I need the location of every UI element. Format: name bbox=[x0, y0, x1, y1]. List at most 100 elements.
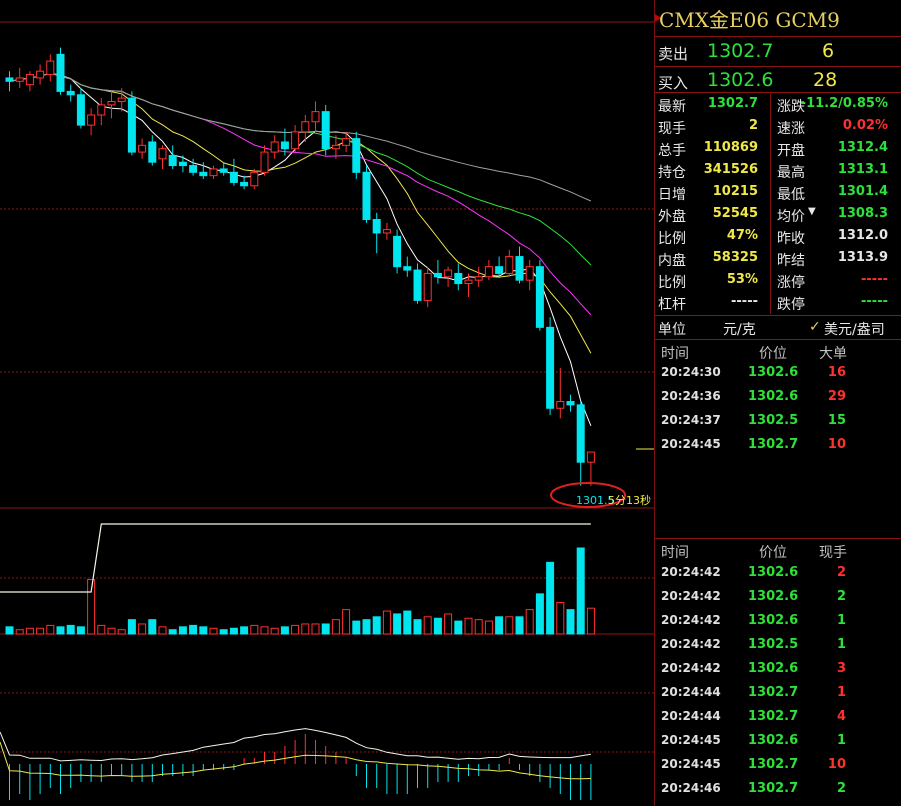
candle bbox=[240, 175, 249, 190]
big-trades-header-qty: 大单 bbox=[819, 346, 847, 362]
stat-label: 杠杆 bbox=[658, 297, 686, 313]
candle-body bbox=[423, 272, 432, 301]
candle-body bbox=[352, 138, 361, 173]
countdown-label: 5分13秒 bbox=[608, 493, 651, 507]
candle-body bbox=[280, 141, 289, 150]
trade-price: 1302.6 bbox=[748, 589, 799, 604]
trade-qty: 2 bbox=[836, 781, 846, 796]
volume-bar bbox=[178, 626, 187, 635]
candle-body bbox=[464, 279, 473, 285]
candle-body bbox=[66, 90, 75, 96]
candle-body bbox=[321, 111, 330, 150]
candle bbox=[270, 135, 279, 159]
volume-bar bbox=[189, 624, 198, 635]
trade-price: 1302.5 bbox=[748, 637, 799, 652]
candle-body bbox=[444, 269, 453, 278]
volume-bar bbox=[97, 624, 106, 635]
volume-bar bbox=[15, 629, 24, 635]
volume-bar bbox=[117, 629, 126, 635]
unit-option-ounce[interactable]: 美元/盎司 bbox=[824, 319, 885, 339]
candle bbox=[260, 145, 269, 176]
candle bbox=[413, 263, 422, 304]
candle bbox=[342, 131, 351, 153]
candle bbox=[525, 259, 534, 291]
volume-bar bbox=[331, 619, 340, 635]
candle bbox=[546, 317, 555, 415]
volume-bar bbox=[240, 626, 249, 635]
candle-body bbox=[46, 60, 55, 76]
stat-label: 比例 bbox=[658, 231, 686, 247]
macd-histogram bbox=[0, 728, 592, 800]
trade-qty: 1 bbox=[836, 733, 846, 748]
candle-body bbox=[87, 114, 96, 126]
stat-value: ----- bbox=[731, 294, 758, 309]
candle bbox=[556, 367, 565, 419]
quote-panel: CMX金E06 GCM9 卖出 1302.7 6 买入 1302.6 28 最新… bbox=[654, 0, 901, 806]
candle bbox=[148, 135, 157, 166]
candle-body bbox=[291, 131, 300, 150]
volume-bar bbox=[556, 601, 565, 635]
candle-body bbox=[515, 256, 524, 281]
candle bbox=[229, 158, 238, 186]
candle-body bbox=[301, 121, 310, 133]
buy-price[interactable]: 1302.6 bbox=[707, 69, 773, 91]
candle-body bbox=[576, 404, 585, 463]
divider bbox=[655, 538, 901, 539]
trade-qty: 2 bbox=[836, 565, 846, 580]
candle-body bbox=[229, 171, 238, 183]
trade-price: 1302.6 bbox=[748, 661, 799, 676]
stat-label: 跌停 bbox=[777, 297, 805, 313]
unit-label: 单位 bbox=[658, 322, 686, 338]
stat-label: 昨结 bbox=[777, 253, 805, 269]
volume-bar bbox=[484, 620, 493, 635]
candle-body bbox=[270, 141, 279, 153]
stat-label: 均价 bbox=[777, 209, 805, 225]
stat-value: 1312.4 bbox=[837, 140, 888, 155]
candle-body bbox=[495, 266, 504, 274]
volume-bar bbox=[311, 623, 320, 635]
volume-bar bbox=[464, 617, 473, 635]
trade-price: 1302.5 bbox=[748, 413, 799, 428]
candle-body bbox=[362, 171, 371, 220]
candle-body bbox=[382, 229, 391, 234]
sell-price[interactable]: 1302.7 bbox=[707, 40, 773, 62]
stat-label: 总手 bbox=[658, 143, 686, 159]
candle-body bbox=[199, 171, 208, 177]
candle bbox=[56, 47, 65, 95]
volume-bar bbox=[586, 607, 595, 635]
trade-qty: 2 bbox=[836, 589, 846, 604]
candle-body bbox=[158, 148, 167, 160]
candle-body bbox=[566, 401, 575, 406]
stat-value: 341526 bbox=[703, 162, 758, 177]
candle-body bbox=[127, 97, 136, 153]
trade-time: 20:24:45 bbox=[661, 733, 721, 747]
volume-bar bbox=[525, 609, 534, 635]
candle bbox=[454, 263, 463, 291]
candle bbox=[158, 145, 167, 169]
volume-bar bbox=[219, 629, 228, 635]
volume-bar bbox=[495, 616, 504, 635]
trade-price: 1302.6 bbox=[748, 365, 799, 380]
stat-label: 最低 bbox=[777, 187, 805, 203]
candle-body bbox=[505, 256, 514, 274]
candle-body bbox=[219, 168, 228, 173]
stat-value: 58325 bbox=[712, 250, 758, 265]
stat-value: 53% bbox=[726, 272, 758, 287]
candle bbox=[576, 401, 585, 486]
candle-body bbox=[546, 326, 555, 409]
dropdown-icon[interactable]: ▼ bbox=[808, 206, 816, 217]
candle bbox=[484, 259, 493, 281]
kline-chart[interactable]: 1301.5 5分13秒 bbox=[0, 0, 654, 806]
candle bbox=[423, 266, 432, 308]
volume-bar bbox=[535, 593, 544, 635]
trade-price: 1302.6 bbox=[748, 565, 799, 580]
candle bbox=[362, 165, 371, 223]
stat-label: 比例 bbox=[658, 275, 686, 291]
candle bbox=[219, 162, 228, 176]
candle bbox=[107, 91, 116, 119]
candle-body bbox=[189, 165, 198, 173]
candle-body bbox=[107, 101, 116, 106]
candle-body bbox=[15, 77, 24, 82]
candle-body bbox=[250, 171, 259, 187]
unit-option-gram[interactable]: 元/克 bbox=[723, 319, 756, 339]
